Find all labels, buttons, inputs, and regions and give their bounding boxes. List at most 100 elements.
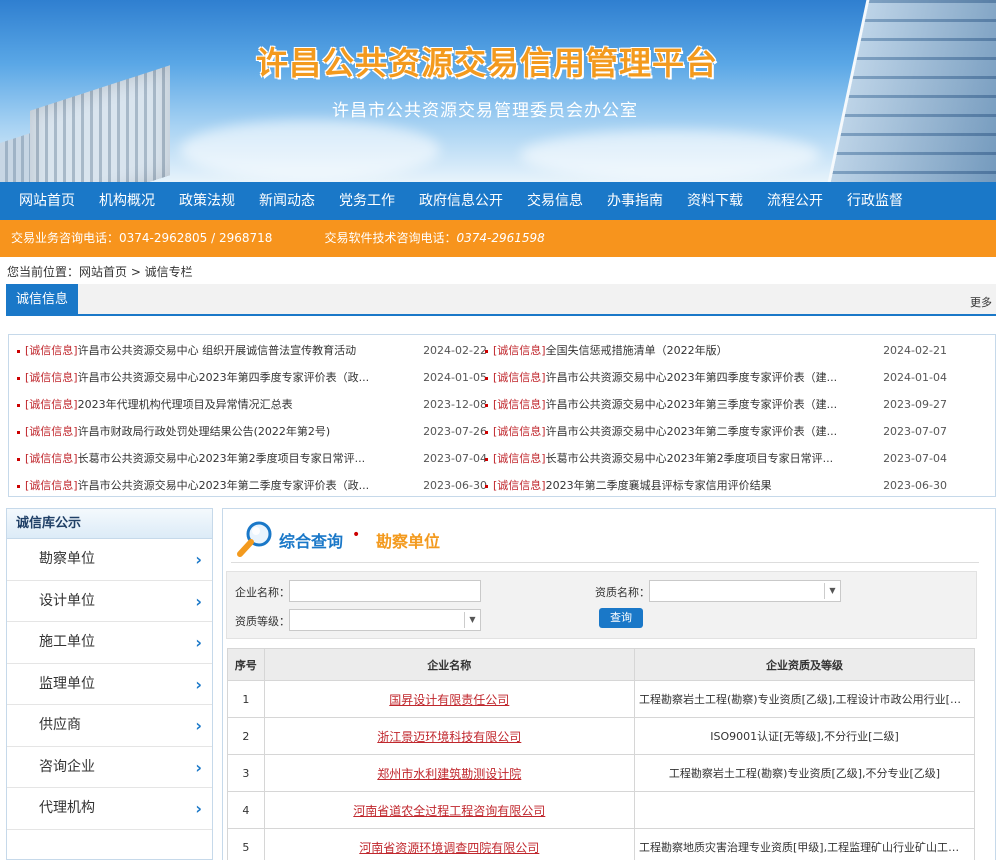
news-item[interactable]: [诚信信息]许昌市公共资源交易中心2023年第二季度专家评价表（政... 2023… — [17, 474, 487, 501]
news-item[interactable]: [诚信信息]全国失信惩戒措施清单（2022年版） 2024-02-21 — [485, 339, 955, 366]
news-title[interactable]: 长葛市公共资源交易中心2023年第2季度项目专家日常评... — [78, 452, 365, 465]
company-link[interactable]: 国昇设计有限责任公司 — [263, 680, 635, 718]
news-tag: [诚信信息] — [25, 425, 78, 438]
news-column-left: [诚信信息]许昌市公共资源交易中心 组织开展诚信普法宣传教育活动 2024-02-… — [17, 339, 487, 501]
nav-download[interactable]: 资料下载 — [675, 182, 755, 220]
sidebar-item-consulting[interactable]: 咨询企业 › — [7, 747, 212, 788]
breadcrumb: 您当前位置：网站首页 > 诚信专栏 — [7, 265, 193, 279]
company-name-label: 企业名称： — [235, 586, 290, 599]
news-item[interactable]: [诚信信息]许昌市财政局行政处罚处理结果公告(2022年第2号) 2023-07-… — [17, 420, 487, 447]
nav-news[interactable]: 新闻动态 — [247, 182, 327, 220]
news-date: 2023-07-07 — [883, 425, 947, 438]
company-link[interactable]: 浙江景迈环境科技有限公司 — [263, 717, 635, 755]
nav-trade-info[interactable]: 交易信息 — [515, 182, 595, 220]
bullet-icon — [17, 457, 20, 461]
nav-supervision[interactable]: 行政监督 — [835, 182, 915, 220]
news-item[interactable]: [诚信信息]长葛市公共资源交易中心2023年第2季度项目专家日常评... 2023… — [485, 447, 955, 474]
search-button[interactable]: 查询 — [599, 608, 643, 628]
news-item[interactable]: [诚信信息]许昌市公共资源交易中心 组织开展诚信普法宣传教育活动 2024-02-… — [17, 339, 487, 366]
site-subtitle: 许昌市公共资源交易管理委员会办公室 — [332, 101, 638, 121]
chevron-right-icon: › — [195, 633, 202, 652]
news-title[interactable]: 2023年代理机构代理项目及异常情况汇总表 — [78, 398, 293, 411]
sidebar-item-agency[interactable]: 代理机构 › — [7, 788, 212, 830]
more-link[interactable]: 更多 — [970, 294, 992, 310]
sidebar-item-label: 设计单位 — [39, 592, 95, 609]
news-item[interactable]: [诚信信息]2023年第二季度襄城县评标专家信用评价结果 2023-06-30 — [485, 474, 955, 501]
company-name-input[interactable] — [289, 580, 481, 602]
title-separator: • — [352, 527, 361, 543]
news-title[interactable]: 许昌市公共资源交易中心2023年第四季度专家评价表（政... — [78, 371, 369, 384]
header-banner: 许昌公共资源交易信用管理平台 许昌市公共资源交易管理委员会办公室 — [0, 0, 996, 182]
software-hotline-label: 交易软件技术咨询电话： — [324, 231, 457, 245]
company-link[interactable]: 河南省资源环境调查四院有限公司 — [263, 828, 635, 860]
news-title[interactable]: 许昌市财政局行政处罚处理结果公告(2022年第2号) — [78, 425, 331, 438]
news-item[interactable]: [诚信信息]长葛市公共资源交易中心2023年第2季度项目专家日常评... 2023… — [17, 447, 487, 474]
nav-home[interactable]: 网站首页 — [0, 182, 87, 220]
qualification-text: ISO9001认证[无等级],不分行业[二级] — [633, 717, 976, 755]
chevron-right-icon: › — [195, 799, 202, 818]
sidebar-item-construction[interactable]: 施工单位 › — [7, 622, 212, 664]
news-date: 2024-01-05 — [423, 371, 487, 384]
bullet-icon — [485, 403, 488, 407]
cloud-decoration — [180, 120, 440, 180]
sidebar-item-design[interactable]: 设计单位 › — [7, 581, 212, 622]
news-date: 2023-07-04 — [883, 452, 947, 465]
nav-process[interactable]: 流程公开 — [755, 182, 835, 220]
news-item[interactable]: [诚信信息]许昌市公共资源交易中心2023年第四季度专家评价表（建... 2024… — [485, 366, 955, 393]
news-tag: [诚信信息] — [25, 479, 78, 492]
bullet-icon — [17, 430, 20, 434]
nav-about[interactable]: 机构概况 — [87, 182, 167, 220]
company-link[interactable]: 河南省道农全过程工程咨询有限公司 — [263, 791, 635, 829]
sidebar-item-survey[interactable]: 勘察单位 › — [7, 539, 212, 581]
sidebar-item-supplier[interactable]: 供应商 › — [7, 705, 212, 747]
row-no: 1 — [227, 680, 265, 718]
news-title[interactable]: 许昌市公共资源交易中心2023年第三季度专家评价表（建... — [546, 398, 837, 411]
building-right-decoration — [826, 0, 996, 182]
news-item[interactable]: [诚信信息]许昌市公共资源交易中心2023年第二季度专家评价表（建... 2023… — [485, 420, 955, 447]
news-item[interactable]: [诚信信息]2023年代理机构代理项目及异常情况汇总表 2023-12-08 — [17, 393, 487, 420]
nav-guide[interactable]: 办事指南 — [595, 182, 675, 220]
nav-gov-info[interactable]: 政府信息公开 — [407, 182, 515, 220]
hotline-bar: 交易业务咨询电话：0374-2962805 / 2968718 交易软件技术咨询电… — [0, 220, 996, 257]
nav-party[interactable]: 党务工作 — [327, 182, 407, 220]
query-header: 综合查询 • 勘察单位 — [231, 515, 979, 563]
software-hotline-number: 0374-2961598 — [456, 231, 545, 245]
news-date: 2023-12-08 — [423, 398, 487, 411]
news-title[interactable]: 许昌市公共资源交易中心2023年第二季度专家评价表（建... — [546, 425, 837, 438]
sidebar-item-label: 咨询企业 — [39, 758, 95, 775]
table-row: 2 浙江景迈环境科技有限公司 ISO9001认证[无等级],不分行业[二级] — [227, 717, 976, 755]
qualification-text: 工程勘察岩土工程(勘察)专业资质[乙级],不分专业[乙级] — [633, 754, 976, 792]
sidebar-item-supervision[interactable]: 监理单位 › — [7, 664, 212, 705]
news-title[interactable]: 许昌市公共资源交易中心2023年第二季度专家评价表（政... — [78, 479, 369, 492]
table-row: 1 国昇设计有限责任公司 工程勘察岩土工程(勘察)专业资质[乙级],工程设计市政… — [227, 680, 976, 718]
qualification-text: 工程勘察岩土工程(勘察)专业资质[乙级],工程设计市政公用行业[乙级... — [633, 680, 976, 718]
news-title[interactable]: 长葛市公共资源交易中心2023年第2季度项目专家日常评... — [546, 452, 833, 465]
news-title[interactable]: 许昌市公共资源交易中心2023年第四季度专家评价表（建... — [546, 371, 837, 384]
qual-level-select[interactable]: ▼ — [289, 609, 481, 631]
results-table: 序号 企业名称 企业资质及等级 1 国昇设计有限责任公司 工程勘察岩土工程(勘察… — [227, 648, 976, 860]
query-panel: 综合查询 • 勘察单位 企业名称： 资质名称： ▼ 资质等级： ▼ 查询 序号 … — [222, 508, 996, 860]
company-link[interactable]: 郑州市水利建筑勘测设计院 — [263, 754, 635, 792]
news-tag: [诚信信息] — [493, 344, 546, 357]
news-title[interactable]: 2023年第二季度襄城县评标专家信用评价结果 — [546, 479, 772, 492]
cloud-decoration — [520, 130, 820, 180]
news-item[interactable]: [诚信信息]许昌市公共资源交易中心2023年第四季度专家评价表（政... 2024… — [17, 366, 487, 393]
news-date: 2023-06-30 — [883, 479, 947, 492]
bullet-icon — [17, 403, 20, 407]
news-tag: [诚信信息] — [25, 344, 78, 357]
news-title[interactable]: 全国失信惩戒措施清单（2022年版） — [546, 344, 728, 357]
nav-policy[interactable]: 政策法规 — [167, 182, 247, 220]
news-date: 2023-07-04 — [423, 452, 487, 465]
news-date: 2024-02-21 — [883, 344, 947, 357]
qual-name-select[interactable]: ▼ — [649, 580, 841, 602]
row-no: 5 — [227, 828, 265, 860]
news-tag: [诚信信息] — [25, 452, 78, 465]
news-item[interactable]: [诚信信息]许昌市公共资源交易中心2023年第三季度专家评价表（建... 2023… — [485, 393, 955, 420]
business-hotline: 交易业务咨询电话：0374-2962805 / 2968718 — [11, 231, 273, 245]
tab-credit-info[interactable]: 诚信信息 — [6, 284, 78, 316]
news-title[interactable]: 许昌市公共资源交易中心 组织开展诚信普法宣传教育活动 — [78, 344, 357, 357]
search-form: 企业名称： 资质名称： ▼ 资质等级： ▼ 查询 — [226, 571, 977, 639]
qual-name-label: 资质名称： — [595, 586, 650, 599]
col-header-name: 企业名称 — [263, 648, 635, 681]
query-category: 勘察单位 — [376, 532, 441, 551]
